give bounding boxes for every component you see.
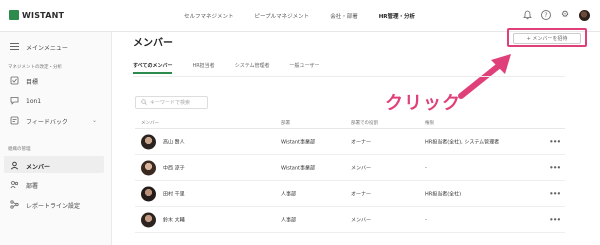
table-row[interactable]: 田村 千里 人事部 オーナー HR担当者(全社) •••: [135, 181, 565, 207]
sidebar-item-departments[interactable]: 部署: [10, 180, 38, 191]
table-row[interactable]: 高山 賢人 Wistant事業部 オーナー HR担当者(全社), システム管理者…: [135, 129, 565, 155]
annotation-arrow-icon: [458, 54, 511, 99]
gear-icon[interactable]: ⚙: [559, 9, 571, 21]
global-nav: セルフマネジメント ピープルマネジメント 会社・部署 HR管理・分析: [184, 12, 415, 20]
invite-member-button[interactable]: + メンバーを招待: [513, 33, 581, 44]
member-authority: HR担当者(全社): [425, 191, 462, 197]
avatar[interactable]: [579, 9, 590, 21]
nav-self-management[interactable]: セルフマネジメント: [184, 12, 234, 20]
member-authority: -: [425, 216, 427, 223]
member-department: Wistant事業部: [281, 165, 315, 171]
tab-general-user[interactable]: 一般ユーザー: [290, 62, 320, 74]
search-icon: [141, 98, 147, 107]
avatar: [141, 186, 156, 201]
logo-mark-icon: [9, 10, 19, 20]
sidebar-item-label: 1on1: [26, 98, 42, 105]
search-input[interactable]: キーワードで検索: [135, 96, 208, 109]
table-row[interactable]: 鈴木 大輔 人事部 メンバー - •••: [135, 207, 565, 233]
sidebar: メインメニュー マネジメントの改定・分析 目標 1on1 フィードバック ⌄ 組…: [0, 32, 112, 245]
table-header: メンバー 部署 部署での役割 権限: [135, 116, 565, 129]
search-placeholder: キーワードで検索: [150, 100, 191, 106]
avatar: [141, 212, 156, 227]
feedback-icon: [10, 116, 19, 127]
main-content: メンバー + メンバーを招待 クリック すべてのメンバー HR担当者 システム管…: [113, 28, 600, 245]
nav-people-management[interactable]: ピープルマネジメント: [255, 12, 310, 20]
sidebar-item-label: フィードバック: [26, 119, 68, 126]
member-role: メンバー: [351, 165, 372, 171]
chat-icon: [10, 96, 19, 107]
header-member[interactable]: メンバー: [141, 120, 159, 126]
header-role[interactable]: 部署での役割: [351, 120, 378, 126]
tab-hr[interactable]: HR担当者: [192, 62, 214, 74]
table-row[interactable]: 中西 涼子 Wistant事業部 メンバー - •••: [135, 155, 565, 181]
main-menu-button[interactable]: メインメニュー: [10, 43, 68, 52]
sidebar-item-label: 部署: [26, 183, 39, 190]
member-name: 中西 涼子: [163, 165, 185, 171]
tab-system-admin[interactable]: システム管理者: [235, 62, 270, 74]
more-options-icon[interactable]: •••: [549, 163, 561, 172]
members-table: メンバー 部署 部署での役割 権限 高山 賢人 Wistant事業部 オーナー …: [135, 116, 565, 233]
chevron-down-icon[interactable]: ⌄: [92, 117, 97, 124]
logo[interactable]: WISTANT: [9, 10, 64, 20]
member-authority: HR担当者(全社), システム管理者: [425, 139, 500, 145]
header-department[interactable]: 部署: [281, 120, 290, 126]
annotation-click-label: クリック: [385, 93, 461, 114]
member-cell: 鈴木 大輔: [141, 212, 185, 227]
member-cell: 田村 千里: [141, 186, 185, 201]
help-icon[interactable]: ?: [541, 10, 551, 20]
tabs-divider: [133, 76, 565, 77]
reportline-icon: [10, 200, 19, 211]
sidebar-item-feedback[interactable]: フィードバック: [10, 116, 68, 127]
avatar: [141, 160, 156, 175]
more-options-icon[interactable]: •••: [549, 189, 561, 198]
header-authority[interactable]: 権限: [425, 120, 434, 126]
page-title: メンバー: [133, 38, 173, 49]
member-name: 鈴木 大輔: [163, 217, 185, 223]
nav-hr-management[interactable]: HR管理・分析: [379, 12, 415, 20]
logo-text: WISTANT: [22, 10, 65, 20]
member-department: 人事部: [281, 191, 297, 197]
department-icon: [10, 180, 19, 191]
sidebar-item-1on1[interactable]: 1on1: [10, 96, 41, 107]
bell-icon[interactable]: [521, 9, 533, 21]
sidebar-item-reportline[interactable]: レポートライン設定: [10, 200, 80, 211]
member-name: 田村 千里: [163, 191, 185, 197]
avatar: [141, 134, 156, 149]
member-cell: 中西 涼子: [141, 160, 185, 175]
tab-all-members[interactable]: すべてのメンバー: [133, 62, 173, 74]
member-department: Wistant事業部: [281, 139, 315, 145]
member-authority: -: [425, 164, 427, 171]
sidebar-item-label: メンバー: [26, 164, 51, 171]
target-icon: [10, 76, 19, 87]
more-options-icon[interactable]: •••: [549, 215, 561, 224]
main-menu-label: メインメニュー: [26, 45, 68, 52]
sidebar-item-goals[interactable]: 目標: [10, 76, 38, 87]
more-options-icon[interactable]: •••: [549, 137, 561, 146]
member-role: メンバー: [351, 217, 372, 223]
sidebar-item-members[interactable]: メンバー: [4, 156, 104, 173]
sidebar-item-label: レポートライン設定: [26, 203, 81, 210]
member-name: 高山 賢人: [163, 139, 185, 145]
member-role: オーナー: [351, 139, 372, 145]
member-role: オーナー: [351, 191, 372, 197]
member-department: 人事部: [281, 217, 297, 223]
member-tabs: すべてのメンバー HR担当者 システム管理者 一般ユーザー: [133, 62, 319, 74]
sidebar-item-label: 目標: [26, 79, 39, 86]
top-icons: ? ⚙: [521, 9, 590, 21]
section-org-label: 組織の管理: [8, 147, 31, 152]
member-icon: [10, 161, 19, 172]
nav-company-department[interactable]: 会社・部署: [330, 12, 358, 20]
member-cell: 高山 賢人: [141, 134, 185, 149]
hamburger-icon: [10, 43, 19, 52]
section-management-label: マネジメントの改定・分析: [8, 65, 62, 70]
